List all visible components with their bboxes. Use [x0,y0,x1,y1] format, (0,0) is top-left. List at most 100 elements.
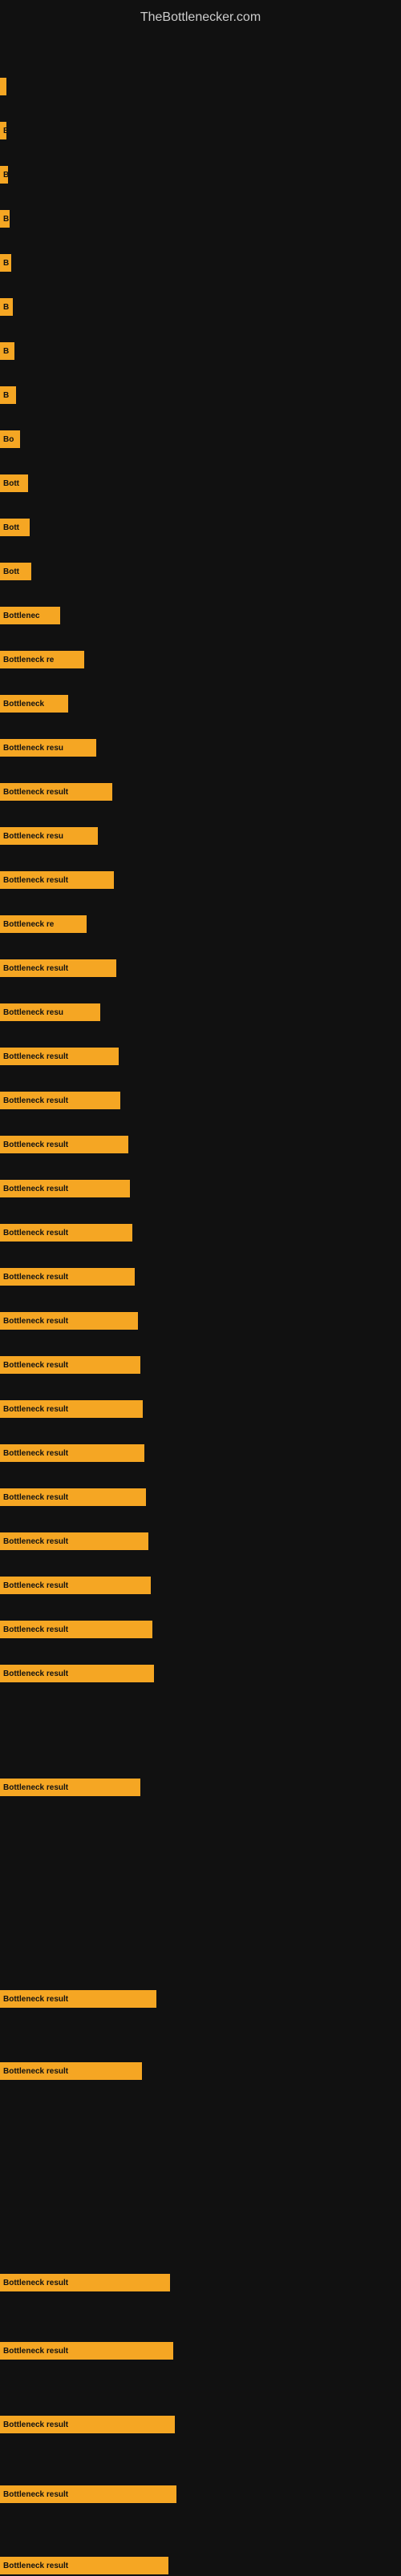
bar-label: Bottleneck result [3,1273,68,1282]
bar-row: Bottleneck result [0,1266,401,1287]
bar-segment: Bottleneck result [0,1136,128,1153]
bar-segment: Bottleneck result [0,1779,140,1796]
bar-label: Bottleneck re [3,920,54,929]
bar-label: Bottleneck result [3,2421,68,2429]
bar-segment: Bottleneck result [0,1532,148,1550]
bar-segment: B [0,122,6,139]
bar-label: B [3,303,9,312]
bar-row: Bottleneck result [0,1310,401,1331]
bar-row: B [0,208,401,229]
bar-label: Bottlenec [3,612,40,620]
bar-segment: Bottleneck re [0,915,87,933]
bar-segment: Bottleneck [0,695,68,713]
bar-segment: B [0,254,11,272]
bar-row: Bottleneck resu [0,826,401,846]
bar-label: B [3,347,9,356]
bar-label: Bottleneck result [3,2279,68,2287]
bar-label: Bottleneck result [3,1405,68,1414]
bar-segment: Bottleneck result [0,2342,173,2360]
bar-segment: Bottleneck result [0,2485,176,2503]
bar-row: Bottleneck result [0,781,401,802]
bar-row [0,76,401,97]
bar-label: Bottleneck resu [3,744,63,753]
bar-row: Bottleneck result [0,2272,401,2293]
bar-row: B [0,164,401,185]
site-title: TheBottlenecker.com [0,4,401,31]
bar-row: Bottleneck resu [0,737,401,758]
bar-segment: Bottleneck result [0,1665,154,1682]
bar-row: Bottleneck result [0,2061,401,2081]
bar-row: Bottleneck result [0,1046,401,1067]
bar-segment: Bottleneck result [0,1621,152,1638]
bar-label: Bo [3,435,14,444]
bar-row: B [0,120,401,141]
bar-row: Bottleneck [0,693,401,714]
bar-row: Bottleneck result [0,2484,401,2505]
bar-row: Bottleneck result [0,1989,401,2009]
bar-label: Bottleneck result [3,1185,68,1193]
bar-row: Bottleneck result [0,1222,401,1243]
bar-segment: Bottleneck result [0,1312,138,1330]
bar-label: Bottleneck result [3,876,68,885]
bar-label: Bott [3,567,19,576]
bar-row: Bottleneck result [0,1090,401,1111]
bar-label: B [3,391,9,400]
bar-row: Bottleneck result [0,1619,401,1640]
bar-row: Bottleneck re [0,649,401,670]
bar-label: Bottleneck result [3,1493,68,1502]
bar-row: Bottleneck resu [0,1002,401,1023]
bar-label: Bottleneck result [3,1141,68,1149]
bar-segment [0,78,6,95]
bar-row: Bottleneck re [0,914,401,935]
bar-row: Bottleneck result [0,958,401,979]
bar-row: Bottleneck result [0,1399,401,1419]
bar-label: Bottleneck result [3,1449,68,1458]
bar-segment: B [0,298,13,316]
bar-label: Bottleneck result [3,1229,68,1238]
bar-row: Bott [0,473,401,494]
bar-label: Bottleneck result [3,1096,68,1105]
bar-label: Bott [3,523,19,532]
bar-label: Bottleneck result [3,1581,68,1590]
bar-row: Bo [0,429,401,450]
bar-segment: Bottleneck resu [0,1003,100,1021]
bar-label: Bottleneck result [3,2067,68,2076]
bar-label: B [3,127,6,135]
bar-segment: Bottleneck result [0,1180,130,1197]
bar-segment: Bottleneck result [0,1356,140,1374]
bar-label: Bottleneck re [3,656,54,664]
bar-label: Bottleneck result [3,1783,68,1792]
bar-segment: Bottleneck re [0,651,84,668]
bar-segment: Bottleneck result [0,1224,132,1242]
bar-row: Bottleneck result [0,1777,401,1798]
bar-row: Bottleneck result [0,1663,401,1684]
bar-row: B [0,341,401,361]
bar-segment: Bottleneck result [0,783,112,801]
bar-label: B [3,215,9,224]
bar-segment: Bottleneck result [0,1444,144,1462]
bar-row: Bottleneck result [0,1178,401,1199]
bar-segment: Bottleneck result [0,1990,156,2008]
bar-label: B [3,171,8,180]
bar-label: Bottleneck result [3,1317,68,1326]
bar-row: B [0,385,401,406]
bar-segment: Bott [0,519,30,536]
bar-label: Bottleneck result [3,1361,68,1370]
bar-segment: Bottleneck result [0,2062,142,2080]
bar-row: Bottleneck result [0,1355,401,1375]
bar-label: B [3,259,9,268]
bar-label: Bottleneck result [3,1625,68,1634]
bar-label: Bottleneck result [3,2562,68,2570]
bar-label: Bottleneck result [3,788,68,797]
bar-segment: Bottleneck result [0,1092,120,1109]
bar-segment: Bottleneck result [0,1400,143,1418]
bar-row: B [0,297,401,317]
bar-segment: Bottlenec [0,607,60,624]
bar-segment: Bottleneck resu [0,739,96,757]
bar-label: Bottleneck result [3,1052,68,1061]
bar-segment: Bottleneck result [0,1488,146,1506]
bar-segment: Bottleneck result [0,1268,135,1286]
bar-segment: B [0,386,16,404]
bar-segment: B [0,210,10,228]
bar-segment: B [0,342,14,360]
